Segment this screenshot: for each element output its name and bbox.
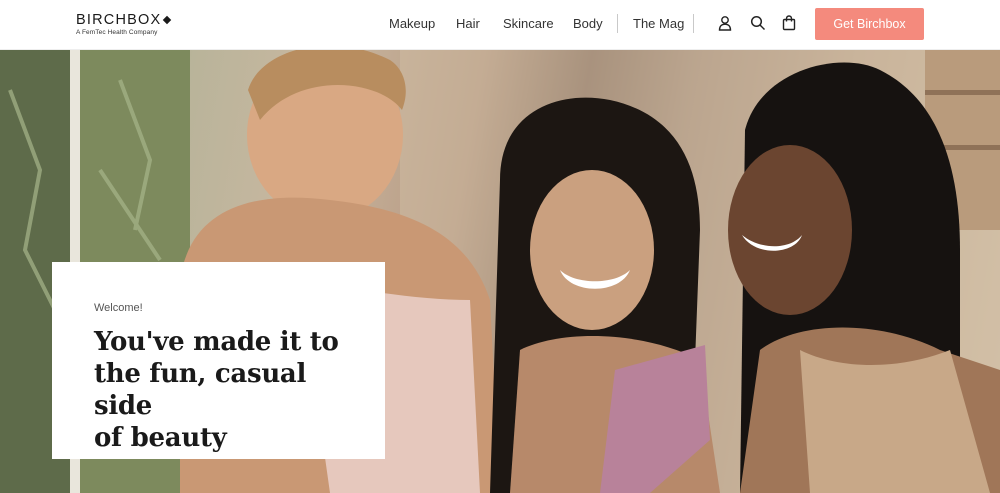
nav-divider: [617, 14, 618, 33]
user-icon[interactable]: [718, 15, 734, 31]
get-birchbox-button[interactable]: Get Birchbox: [815, 8, 924, 40]
nav-item-body[interactable]: Body: [573, 16, 603, 31]
birchbox-logo[interactable]: BIRCHBOX A FemTec Health Company: [76, 12, 172, 36]
hero-headline: You've made it to the fun, casual side o…: [94, 326, 343, 454]
hero-headline-line: the fun, casual side: [94, 359, 307, 421]
hero-headline-line: of beauty: [94, 423, 227, 453]
site-header: BIRCHBOX A FemTec Health Company Makeup …: [0, 0, 1000, 50]
hero-photo-person-middle-face: [530, 170, 654, 330]
welcome-card: Welcome! You've made it to the fun, casu…: [52, 262, 385, 459]
logo-diamond-icon: [163, 15, 172, 24]
shopping-bag-icon[interactable]: [782, 15, 798, 31]
nav-item-hair[interactable]: Hair: [456, 16, 480, 31]
hero-photo-shelf-board: [925, 90, 1000, 95]
logo-tagline: A FemTec Health Company: [76, 29, 158, 36]
nav-item-the-mag[interactable]: The Mag: [633, 16, 684, 31]
nav-item-skincare[interactable]: Skincare: [503, 16, 554, 31]
nav-divider: [693, 14, 694, 33]
hero-banner: Welcome! You've made it to the fun, casu…: [0, 50, 1000, 493]
welcome-label: Welcome!: [94, 302, 143, 314]
search-icon[interactable]: [750, 15, 766, 31]
logo-wordmark: BIRCHBOX: [76, 12, 162, 28]
nav-item-makeup[interactable]: Makeup: [389, 16, 435, 31]
hero-headline-line: You've made it to: [94, 327, 339, 357]
hero-photo-person-right-face: [728, 145, 852, 315]
